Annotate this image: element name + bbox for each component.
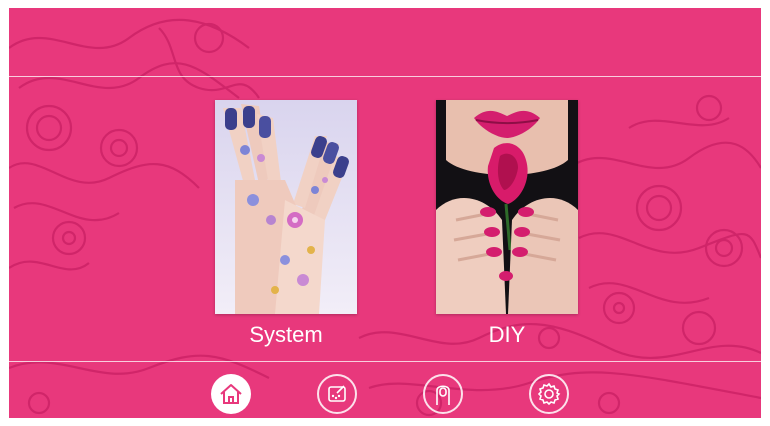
- diy-card-image: [436, 100, 578, 314]
- system-card-image: [215, 100, 357, 314]
- nav-palette-button[interactable]: [317, 374, 357, 414]
- top-divider: [9, 76, 761, 77]
- bottom-divider: [9, 361, 761, 362]
- gear-icon: [537, 382, 561, 406]
- diy-card[interactable]: [436, 100, 578, 314]
- finger-nail-icon: [436, 385, 450, 405]
- paint-palette-icon: [328, 385, 346, 402]
- nav-settings-button[interactable]: [529, 374, 569, 414]
- paisley-background: [9, 18, 761, 417]
- home-icon: [220, 384, 242, 404]
- nav-home-button[interactable]: [211, 374, 251, 414]
- system-card[interactable]: [215, 100, 357, 314]
- system-label[interactable]: System: [215, 322, 357, 348]
- app-screen: System DIY: [9, 8, 761, 418]
- diy-label[interactable]: DIY: [436, 322, 578, 348]
- nav-nail-button[interactable]: [423, 374, 463, 414]
